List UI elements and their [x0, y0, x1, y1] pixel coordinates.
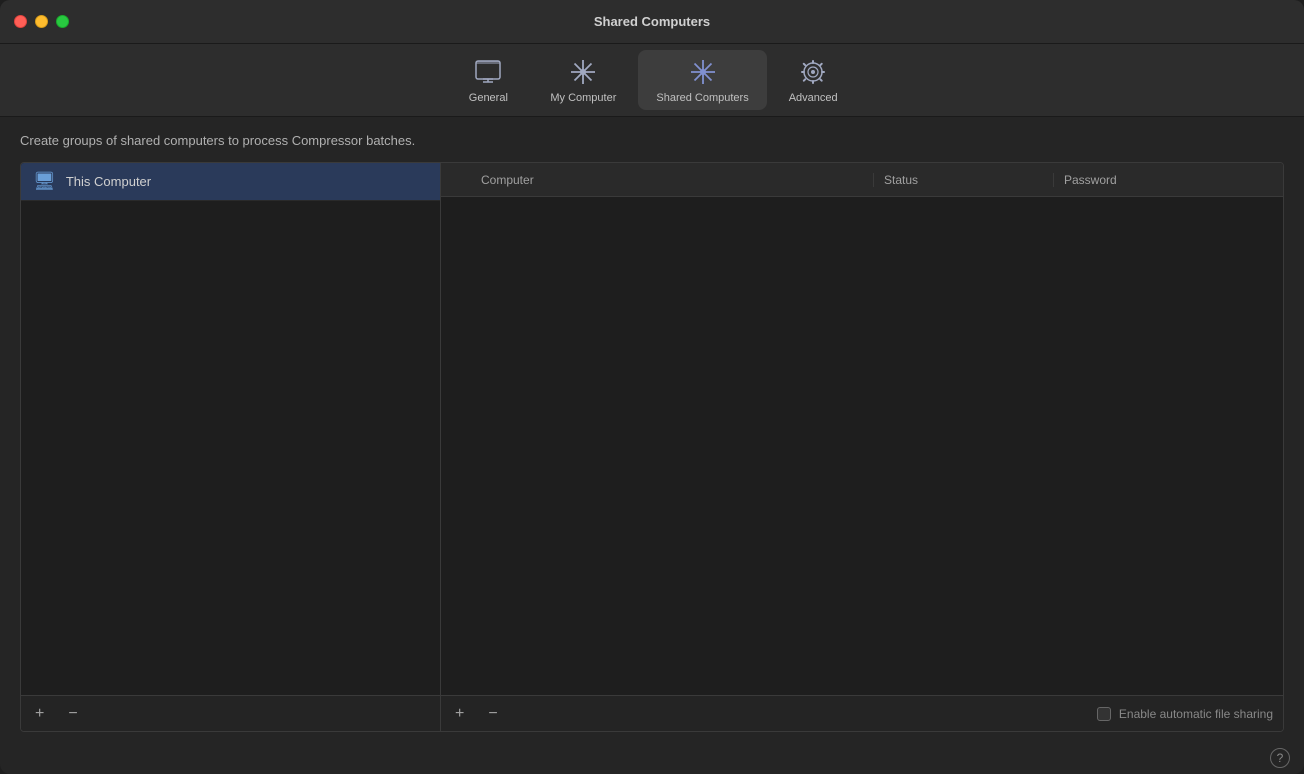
groups-panel-footer: + − [21, 695, 440, 731]
tab-general[interactable]: General [448, 50, 528, 110]
description-text: Create groups of shared computers to pro… [20, 133, 1284, 148]
content-area: Create groups of shared computers to pro… [0, 117, 1304, 742]
window-footer: ? [0, 742, 1304, 774]
computers-panel: Computer Status Password + − Enable auto… [441, 163, 1283, 731]
computers-table-body [441, 197, 1283, 695]
list-item[interactable]: 🖥 This Computer [21, 163, 440, 201]
shared-computers-icon [687, 56, 719, 88]
remove-computer-button[interactable]: − [484, 704, 501, 724]
add-computer-button[interactable]: + [451, 704, 468, 724]
general-icon [472, 56, 504, 88]
groups-panel: 🖥 This Computer + − [21, 163, 441, 731]
tab-shared-computers[interactable]: Shared Computers [638, 50, 766, 110]
remove-group-button[interactable]: − [64, 704, 81, 724]
general-tab-label: General [469, 92, 508, 104]
computers-panel-footer: + − Enable automatic file sharing [441, 695, 1283, 731]
main-window: Shared Computers General [0, 0, 1304, 774]
help-button[interactable]: ? [1270, 748, 1290, 768]
panels-container: 🖥 This Computer + − Computer Status Pass… [20, 162, 1284, 732]
auto-share-checkbox[interactable] [1097, 707, 1111, 721]
traffic-lights [14, 15, 69, 28]
shared-computers-tab-label: Shared Computers [656, 92, 748, 104]
my-computer-icon [567, 56, 599, 88]
minimize-button[interactable] [35, 15, 48, 28]
titlebar: Shared Computers [0, 0, 1304, 44]
tab-my-computer[interactable]: My Computer [532, 50, 634, 110]
password-column-header: Password [1053, 173, 1283, 187]
tab-advanced[interactable]: Advanced [771, 50, 856, 110]
my-computer-tab-label: My Computer [550, 92, 616, 104]
groups-list: 🖥 This Computer [21, 163, 440, 695]
table-header: Computer Status Password [441, 163, 1283, 197]
maximize-button[interactable] [56, 15, 69, 28]
add-group-button[interactable]: + [31, 704, 48, 724]
close-button[interactable] [14, 15, 27, 28]
auto-share-label: Enable automatic file sharing [1119, 707, 1273, 721]
auto-share-container: Enable automatic file sharing [1097, 707, 1273, 721]
status-column-header: Status [873, 173, 1053, 187]
toolbar: General My Computer [0, 44, 1304, 117]
advanced-icon [797, 56, 829, 88]
computer-column-header: Computer [471, 173, 873, 187]
advanced-tab-label: Advanced [789, 92, 838, 104]
window-title: Shared Computers [594, 14, 710, 29]
group-name: This Computer [66, 174, 151, 189]
computer-icon: 🖥 [33, 171, 56, 192]
